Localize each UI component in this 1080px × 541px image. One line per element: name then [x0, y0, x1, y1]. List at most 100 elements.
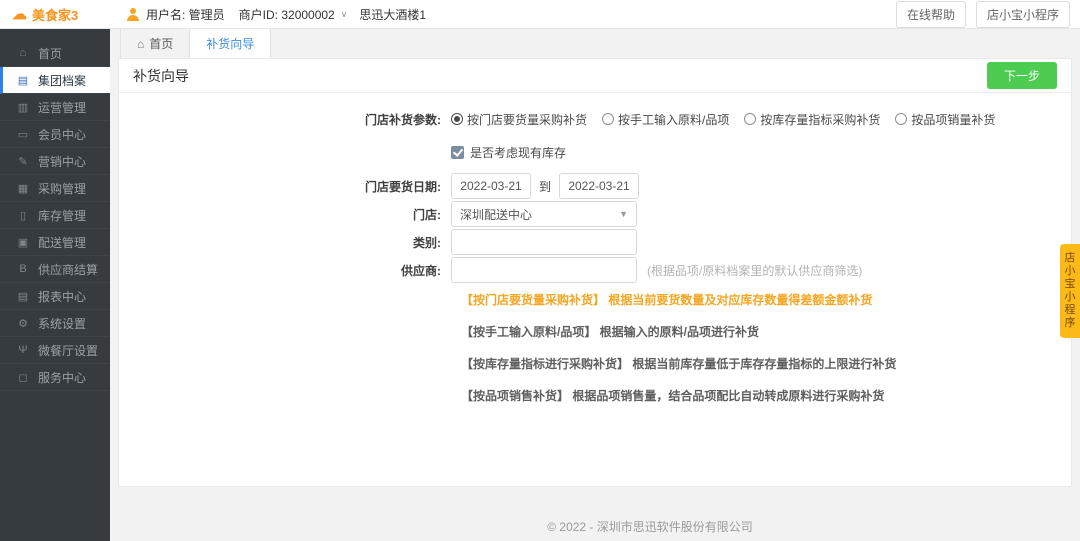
sidebar-item[interactable]: ▭ 会员中心 — [0, 121, 110, 148]
top-header: ☁ 美食家3 用户名: 管理员 商户ID: 32000002 ∨ 思迅大酒楼1 … — [0, 0, 1080, 29]
tab-bar: ⌂ 首页 补货向导 — [110, 29, 1080, 58]
supplier-hint: (根据品项/原料档案里的默认供应商筛选) — [647, 263, 863, 278]
radio-group: 按门店要货量采购补货 按手工输入原料/品项 按库存量指标采购补货 按品项销量补货 — [451, 111, 1010, 128]
miniprogram-side-tab[interactable]: 店小宝小程序 — [1060, 244, 1080, 338]
online-help-button[interactable]: 在线帮助 — [895, 0, 966, 28]
footer-copyright: © 2022 - 深圳市思迅软件股份有限公司 — [547, 520, 753, 534]
sidebar-item[interactable]: ▦ 采购管理 — [0, 175, 110, 202]
next-step-button[interactable]: 下一步 — [986, 62, 1057, 89]
sidebar-item-icon: ⚙ — [18, 317, 28, 330]
supplier-row: 供应商: (根据品项/原料档案里的默认供应商筛选) — [119, 257, 1071, 283]
content-card: 补货向导 下一步 门店补货参数: 按门店要货量采购补货 按手工输入原料/品项 按… — [118, 58, 1072, 487]
card-header: 补货向导 下一步 — [119, 59, 1071, 93]
sidebar-item-label: 集团档案 — [38, 73, 87, 88]
username-label: 用户名: 管理员 — [146, 7, 225, 22]
hint-line: 【按手工输入原料/品项】 根据输入的原料/品项进行补货 — [461, 325, 760, 339]
sidebar-item-label: 首页 — [38, 46, 63, 61]
main-area: ⌂ 首页 补货向导 补货向导 下一步 门店补货参数: 按门店要货量采购补货 按手… — [110, 29, 1080, 541]
sidebar-item-label: 配送管理 — [38, 235, 87, 250]
sidebar-item[interactable]: ◻ 服务中心 — [0, 364, 110, 391]
sidebar-item[interactable]: ⚙ 系统设置 — [0, 310, 110, 337]
consider-stock-checkbox[interactable]: 是否考虑现有库存 — [451, 144, 566, 161]
hint-line: 【按库存量指标进行采购补货】 根据当前库存量低于库存存量指标的上限进行补货 — [461, 357, 897, 371]
tab-label: 首页 — [149, 37, 174, 51]
app-window: ☁ 美食家3 用户名: 管理员 商户ID: 32000002 ∨ 思迅大酒楼1 … — [0, 0, 1080, 541]
sidebar-item[interactable]: B 供应商结算 — [0, 256, 110, 283]
hint-line: 【按门店要货量采购补货】 根据当前要货数量及对应库存数量得差额金额补货 — [461, 293, 873, 307]
sidebar-item-label: 服务中心 — [38, 370, 87, 385]
sidebar-item-label: 报表中心 — [38, 289, 87, 304]
replenish-form: 门店补货参数: 按门店要货量采购补货 按手工输入原料/品项 按库存量指标采购补货… — [119, 93, 1071, 404]
radio-icon — [895, 113, 908, 125]
miniprogram-button[interactable]: 店小宝小程序 — [975, 0, 1070, 28]
tab-label: 补货向导 — [206, 37, 255, 51]
radio-label: 按手工输入原料/品项 — [618, 112, 730, 127]
supplier-input[interactable] — [451, 257, 637, 283]
sidebar-item[interactable]: ▯ 库存管理 — [0, 202, 110, 229]
merchant-id-label: 商户ID: 32000002 — [238, 7, 335, 22]
hint-list: 【按门店要货量采购补货】 根据当前要货数量及对应库存数量得差额金额补货 【按手工输… — [461, 291, 1071, 404]
radio-label: 按品项销量补货 — [911, 112, 996, 127]
store-row: 门店: 深圳配送中心 ▼ — [119, 201, 1071, 227]
sidebar-item-label: 供应商结算 — [38, 262, 99, 277]
date-label: 门店要货日期: — [365, 179, 441, 194]
chevron-down-icon[interactable]: ∨ — [341, 9, 348, 20]
consider-stock-row: 是否考虑现有库存 — [119, 139, 1071, 165]
app-logo-text: 美食家3 — [32, 7, 79, 23]
sidebar-item-icon: ▦ — [17, 182, 29, 195]
sidebar-item-icon: ▤ — [17, 74, 29, 87]
store-label: 门店: — [413, 207, 441, 222]
user-avatar-icon — [126, 7, 140, 21]
sidebar-item-icon: ✎ — [18, 155, 28, 168]
cloud-logo-icon: ☁ — [12, 5, 27, 23]
sidebar-item-icon: ▥ — [17, 101, 29, 114]
radio-option[interactable]: 按品项销量补货 — [895, 111, 995, 128]
sidebar-item[interactable]: ⌂ 首页 — [0, 40, 110, 67]
sidebar-item-icon: B — [19, 263, 27, 275]
sidebar-item[interactable]: ▣ 配送管理 — [0, 229, 110, 256]
sidebar-item-label: 营销中心 — [38, 154, 87, 169]
sidebar-item[interactable]: ▥ 运营管理 — [0, 94, 110, 121]
sidebar-item-icon: ⌂ — [19, 47, 27, 59]
hint-line: 【按品项销售补货】 根据品项销售量，结合品项配比自动转成原料进行采购补货 — [461, 389, 885, 403]
sidebar-item[interactable]: ▤ 集团档案 — [0, 67, 110, 94]
tab[interactable]: ⌂ 首页 — [120, 29, 191, 58]
select-caret-icon: ▼ — [619, 209, 628, 219]
tab-icon: ⌂ — [137, 36, 145, 51]
radio-option[interactable]: 按库存量指标采购补货 — [744, 111, 880, 128]
category-row: 类别: — [119, 229, 1071, 255]
radio-icon — [602, 113, 615, 125]
sidebar-item-icon: ◻ — [18, 371, 28, 384]
store-name-label: 思迅大酒楼1 — [359, 7, 427, 22]
date-range-separator: 到 — [539, 179, 552, 194]
sidebar-nav: ⌂ 首页 ▤ 集团档案 ▥ 运营管理 ▭ 会员中心 ✎ 营销中心 ▦ 采购管理 … — [0, 29, 110, 541]
supplier-label: 供应商: — [401, 263, 441, 278]
sidebar-item-icon: ▭ — [17, 128, 29, 141]
date-from-input[interactable] — [451, 173, 531, 199]
date-range-row: 门店要货日期: 到 — [119, 173, 1071, 199]
tab[interactable]: 补货向导 — [190, 29, 272, 58]
store-select[interactable]: 深圳配送中心 ▼ — [451, 201, 637, 227]
sidebar-item-icon: Ψ — [18, 344, 28, 356]
category-label: 类别: — [413, 235, 441, 250]
store-select-value: 深圳配送中心 — [460, 207, 533, 222]
app-logo: ☁ 美食家3 — [0, 5, 110, 24]
radio-option[interactable]: 按门店要货量采购补货 — [451, 111, 587, 128]
sidebar-item[interactable]: ▤ 报表中心 — [0, 283, 110, 310]
sidebar-item-icon: ▣ — [17, 236, 29, 249]
radio-option[interactable]: 按手工输入原料/品项 — [602, 111, 729, 128]
checkbox-checked-icon — [451, 145, 464, 159]
sidebar-item[interactable]: ✎ 营销中心 — [0, 148, 110, 175]
sidebar-item[interactable]: Ψ 微餐厅设置 — [0, 337, 110, 364]
sidebar-item-icon: ▯ — [19, 209, 27, 222]
date-to-input[interactable] — [559, 173, 640, 199]
radio-label: 按门店要货量采购补货 — [467, 112, 588, 127]
checkbox-label: 是否考虑现有库存 — [470, 145, 567, 160]
sidebar-item-label: 运营管理 — [38, 100, 87, 115]
params-row: 门店补货参数: 按门店要货量采购补货 按手工输入原料/品项 按库存量指标采购补货… — [119, 106, 1071, 132]
sidebar-item-label: 会员中心 — [38, 127, 87, 142]
category-input[interactable] — [451, 229, 637, 255]
radio-icon — [744, 113, 757, 125]
sidebar-item-label: 微餐厅设置 — [38, 343, 99, 358]
sidebar-item-label: 系统设置 — [38, 316, 87, 331]
